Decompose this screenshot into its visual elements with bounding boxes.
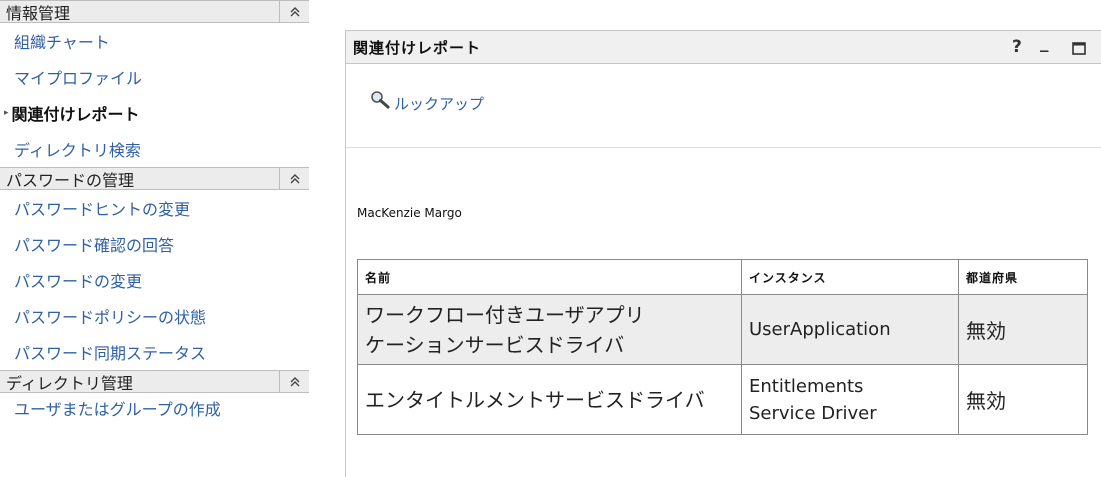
collapse-button[interactable]: [279, 167, 309, 190]
cell-line: ケーションサービスドライバ: [365, 332, 625, 357]
section-title: 情報管理: [6, 3, 71, 23]
sidebar-item-label: パスワードポリシーの状態: [14, 308, 207, 327]
lookup-label: ルックアップ: [394, 95, 485, 113]
active-bullet-icon: ▸: [4, 108, 9, 118]
sidebar: 情報管理 組織チャート マイプロファイル ▸ 関連付けレポート ディレクトリ検索 …: [0, 0, 309, 477]
cell-instance: UserApplication: [741, 294, 959, 365]
sidebar-item-password-sync-status[interactable]: パスワード同期ステータス: [0, 334, 309, 370]
sidebar-item-org-chart[interactable]: 組織チャート: [0, 23, 309, 59]
cell-instance: Entitlements Service Driver: [741, 364, 959, 435]
section-header-password-management: パスワードの管理: [0, 167, 309, 190]
association-report-portlet: 関連付けレポート ? _ ルックアップ MacKenzie Margo 名前 イ…: [345, 30, 1101, 477]
section-title: パスワードの管理: [6, 170, 135, 190]
column-header-name: 名前: [357, 259, 742, 295]
sidebar-item-password-policy-status[interactable]: パスワードポリシーの状態: [0, 298, 309, 334]
sidebar-item-label: パスワード同期ステータス: [14, 344, 207, 363]
table-row: ワークフロー付きユーザアプリ ケーションサービスドライバ UserApplicat…: [357, 294, 1088, 365]
divider: [346, 147, 1101, 148]
section-header-info-management: 情報管理: [0, 0, 309, 23]
section-title: ディレクトリ管理: [6, 373, 133, 393]
portlet-title: 関連付けレポート: [353, 38, 482, 57]
sidebar-item-change-password[interactable]: パスワードの変更: [0, 262, 309, 298]
cell-line: UserApplication: [749, 319, 891, 340]
lookup-link[interactable]: ルックアップ: [370, 89, 484, 113]
sidebar-item-label: ディレクトリ検索: [14, 141, 141, 160]
sidebar-item-association-report[interactable]: ▸ 関連付けレポート: [0, 95, 309, 131]
cell-driver-name: エンタイトルメントサービスドライバ: [357, 364, 742, 435]
cell-driver-name: ワークフロー付きユーザアプリ ケーションサービスドライバ: [357, 294, 742, 365]
sidebar-item-label: パスワードの変更: [14, 272, 143, 291]
magnifier-icon: [371, 91, 390, 109]
section-header-directory-management: ディレクトリ管理: [0, 370, 309, 393]
cell-line: ワークフロー付きユーザアプリ: [365, 302, 645, 327]
collapse-button[interactable]: [279, 0, 309, 23]
user-name: MacKenzie Margo: [357, 206, 462, 220]
table-header-row: 名前 インスタンス 都道府県: [357, 259, 1088, 295]
double-chevron-up-icon: [290, 6, 299, 16]
association-table: 名前 インスタンス 都道府県 ワークフロー付きユーザアプリ ケーションサービスドラ…: [357, 259, 1088, 435]
sidebar-item-my-profile[interactable]: マイプロファイル: [0, 59, 309, 95]
sidebar-item-label: 関連付けレポート: [11, 105, 140, 124]
sidebar-item-create-user-or-group[interactable]: ユーザまたはグループの作成: [0, 393, 309, 423]
sidebar-item-label: パスワード確認の回答: [14, 236, 175, 255]
cell-status: 無効: [958, 364, 1088, 435]
portlet-title-bar: 関連付けレポート ? _: [346, 31, 1101, 64]
double-chevron-up-icon: [290, 376, 299, 386]
sidebar-item-password-challenge-response[interactable]: パスワード確認の回答: [0, 226, 309, 262]
table-row: エンタイトルメントサービスドライバ Entitlements Service Dr…: [357, 364, 1088, 435]
sidebar-item-label: 組織チャート: [14, 33, 110, 52]
maximize-button[interactable]: [1072, 40, 1086, 60]
sidebar-item-directory-search[interactable]: ディレクトリ検索: [0, 131, 309, 167]
cell-line: エンタイトルメントサービスドライバ: [365, 387, 705, 412]
sidebar-item-label: マイプロファイル: [14, 69, 143, 88]
help-button[interactable]: ?: [1012, 37, 1022, 57]
collapse-button[interactable]: [279, 370, 309, 393]
sidebar-item-label: ユーザまたはグループの作成: [14, 400, 221, 419]
column-header-instance: インスタンス: [741, 259, 959, 295]
double-chevron-up-icon: [290, 173, 299, 183]
column-header-status: 都道府県: [958, 259, 1088, 295]
maximize-icon: [1072, 42, 1086, 55]
minimize-button[interactable]: _: [1040, 33, 1049, 53]
cell-line: Service Driver: [749, 402, 877, 424]
sidebar-item-label: パスワードヒントの変更: [14, 200, 191, 219]
sidebar-item-change-password-hint[interactable]: パスワードヒントの変更: [0, 190, 309, 226]
cell-status: 無効: [958, 294, 1088, 365]
cell-line: Entitlements: [749, 375, 864, 397]
